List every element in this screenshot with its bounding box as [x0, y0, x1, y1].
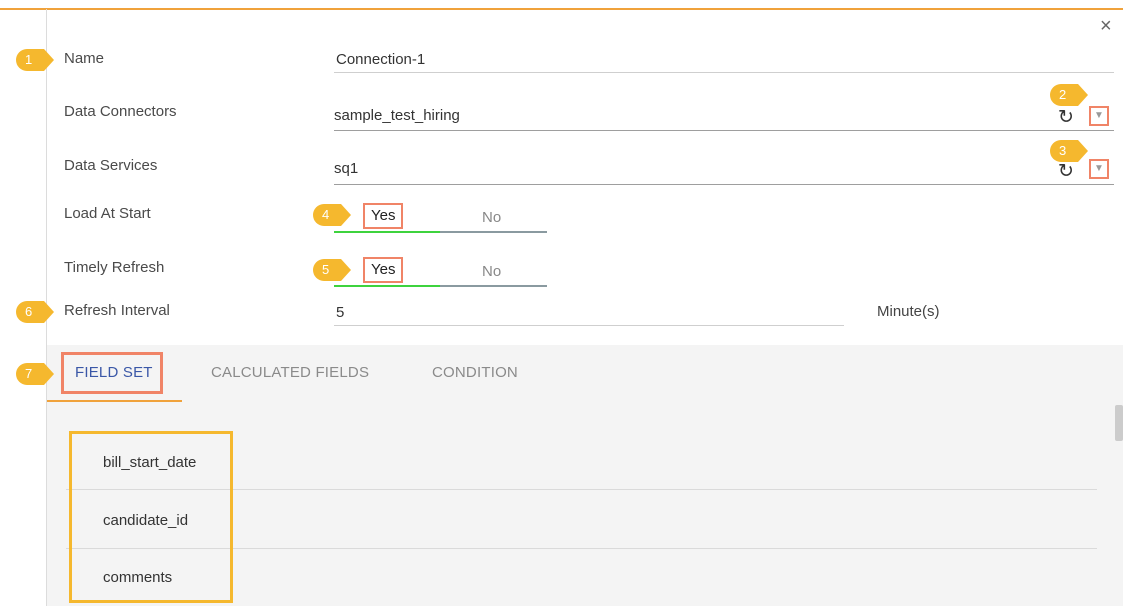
timely-refresh-label: Timely Refresh	[64, 259, 165, 276]
tab-field-set[interactable]: FIELD SET	[75, 364, 153, 381]
refresh-interval-unit: Minute(s)	[877, 303, 940, 320]
top-accent-rule	[0, 8, 1123, 10]
data-connectors-select[interactable]: sample_test_hiring	[334, 107, 460, 124]
timely-refresh-inactive-indicator	[440, 285, 547, 287]
data-connectors-label: Data Connectors	[64, 103, 177, 120]
close-icon[interactable]: ×	[1100, 16, 1112, 36]
data-connectors-underline	[334, 130, 1114, 131]
chevron-down-icon[interactable]: ▼	[1089, 159, 1109, 179]
load-at-start-label: Load At Start	[64, 205, 151, 222]
scrollbar-thumb[interactable]	[1115, 405, 1123, 441]
name-input-underline	[334, 72, 1114, 73]
refresh-interval-underline	[334, 325, 844, 326]
refresh-interval-input[interactable]: 5	[336, 304, 344, 321]
timely-refresh-active-indicator	[334, 285, 440, 287]
load-at-start-yes-option[interactable]: Yes	[363, 203, 404, 229]
chevron-down-icon[interactable]: ▼	[1089, 106, 1109, 126]
refresh-interval-label: Refresh Interval	[64, 302, 170, 319]
callout-badge-4: 4	[313, 204, 351, 226]
timely-refresh-yes-option[interactable]: Yes	[363, 257, 404, 283]
data-services-underline	[334, 184, 1114, 185]
load-at-start-no-option[interactable]: No	[482, 209, 501, 226]
load-at-start-inactive-indicator	[440, 231, 547, 233]
tab-calculated-fields[interactable]: CALCULATED FIELDS	[211, 364, 369, 381]
data-services-select[interactable]: sq1	[334, 160, 358, 177]
refresh-icon[interactable]: ↻	[1058, 162, 1074, 182]
field-list-highlight	[69, 431, 233, 603]
name-input[interactable]: Connection-1	[336, 51, 425, 68]
data-services-label: Data Services	[64, 157, 158, 174]
tab-condition[interactable]: CONDITION	[432, 364, 518, 381]
callout-badge-5: 5	[313, 259, 351, 281]
refresh-icon[interactable]: ↻	[1058, 108, 1074, 128]
name-label: Name	[64, 50, 105, 67]
callout-badge-6: 6	[16, 301, 54, 323]
timely-refresh-no-option[interactable]: No	[482, 263, 501, 280]
callout-badge-7: 7	[16, 363, 54, 385]
callout-badge-2: 2	[1050, 84, 1088, 106]
active-tab-indicator	[47, 400, 182, 402]
callout-badge-1: 1	[16, 49, 54, 71]
callout-badge-3: 3	[1050, 140, 1088, 162]
load-at-start-active-indicator	[334, 231, 440, 233]
